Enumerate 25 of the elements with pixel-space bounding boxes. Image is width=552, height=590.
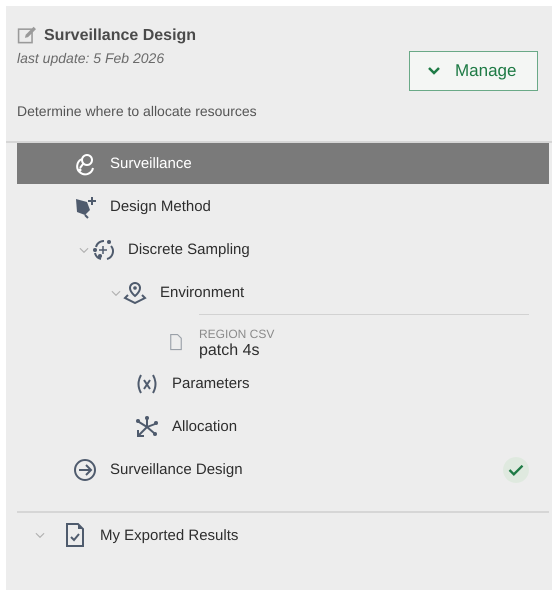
- sampling-circle-icon: [91, 238, 115, 262]
- variable-icon: [135, 372, 159, 396]
- arrow-circle-icon: [73, 458, 97, 482]
- file-icon: [167, 332, 185, 352]
- tree-item[interactable]: Surveillance: [17, 143, 549, 184]
- location-pin-icon: [123, 280, 147, 304]
- last-update: last update: 5 Feb 2026: [17, 50, 166, 66]
- manage-button[interactable]: Manage: [409, 51, 538, 91]
- edit-icon: [17, 26, 36, 45]
- file-caption: REGION CSV: [199, 327, 276, 341]
- tree-item[interactable]: Environment: [17, 271, 549, 314]
- pen-plus-icon: [73, 194, 97, 218]
- tree-item[interactable]: Discrete Sampling: [17, 228, 549, 271]
- allocation-icon: [135, 414, 159, 438]
- search-globe-icon: [73, 152, 97, 176]
- tree-item[interactable]: Parameters: [17, 362, 549, 405]
- tree-item[interactable]: My Exported Results: [17, 511, 549, 557]
- tree-item[interactable]: Allocation: [17, 405, 549, 448]
- chevron-down-icon: [427, 66, 441, 76]
- panel-title: Surveillance Design: [44, 26, 196, 44]
- document-check-icon: [63, 522, 87, 548]
- tree-item[interactable]: Design Method: [17, 185, 549, 228]
- file-name: patch 4s: [199, 342, 260, 360]
- tree-item[interactable]: Surveillance Design: [17, 448, 549, 491]
- file-item[interactable]: REGION CSV patch 4s: [17, 314, 549, 362]
